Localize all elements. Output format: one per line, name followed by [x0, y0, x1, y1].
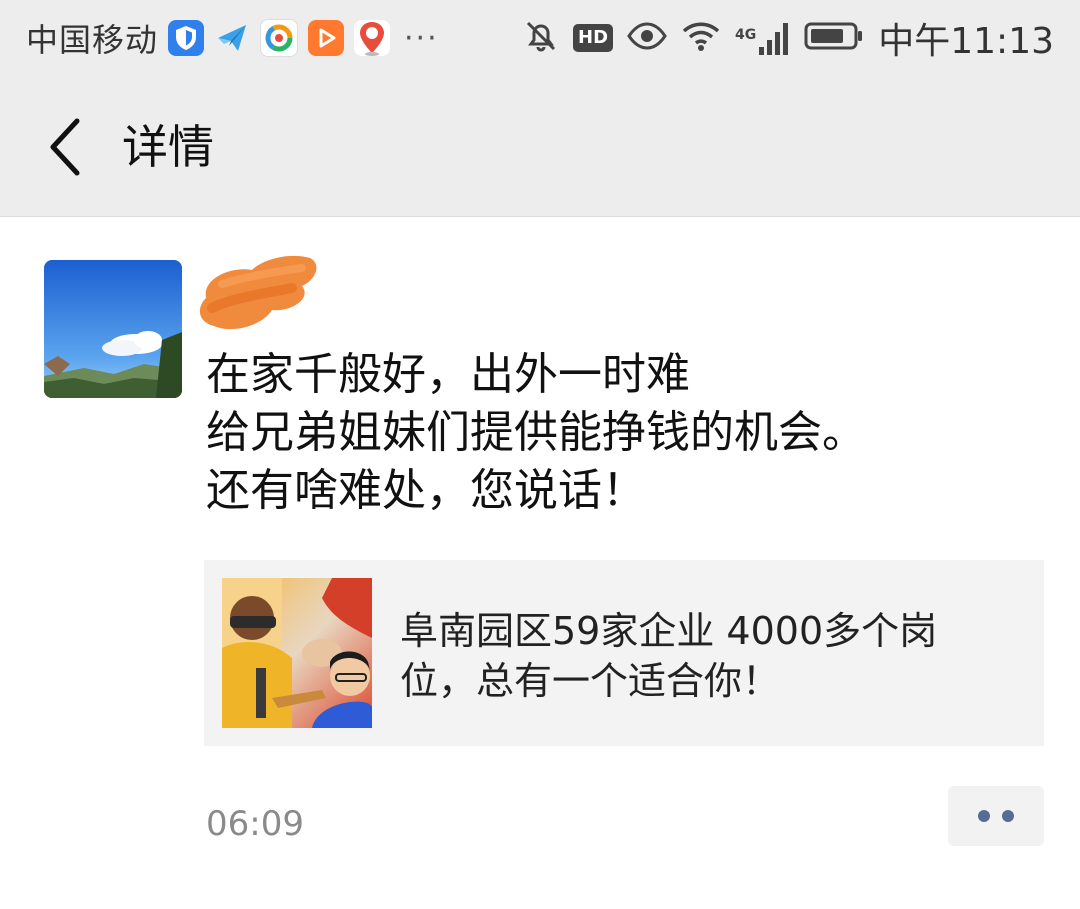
back-button[interactable] [30, 112, 100, 182]
post-text-line: 还有啥难处，您说话！ [206, 465, 646, 516]
hd-badge: HD [573, 24, 614, 52]
shield-app-icon [168, 20, 205, 56]
post-text-line: 在家千般好，出外一时难 [206, 349, 690, 400]
status-bar: 中国移动 ··· HD 4G 中午11:13 [0, 0, 1080, 78]
redaction-mark [192, 248, 322, 338]
more-notifications-icon: ··· [404, 20, 439, 56]
title-bar: 详情 [0, 78, 1080, 217]
link-title: 阜南园区59家企业 4000多个岗位，总有一个适合你！ [400, 609, 938, 703]
paper-plane-app-icon [214, 20, 250, 56]
network-type: 4G [735, 27, 757, 43]
more-actions-button[interactable] [948, 786, 1044, 846]
link-thumbnail [222, 578, 372, 728]
post-text: 在家千般好，出外一时难 给兄弟姐妹们提供能挣钱的机会。 还有啥难处，您说话！ [206, 346, 1046, 520]
post-time: 06:09 [206, 804, 304, 844]
video-play-app-icon [308, 20, 345, 56]
ring-app-icon [260, 19, 299, 57]
avatar[interactable] [44, 260, 182, 398]
more-dot-icon [978, 810, 990, 822]
status-time: 中午11:13 [878, 21, 1054, 62]
status-left: 中国移动 ··· [26, 14, 439, 62]
carrier-name: 中国移动 [26, 21, 159, 59]
shared-link-card[interactable]: 阜南园区59家企业 4000多个岗位，总有一个适合你！ [204, 560, 1044, 746]
chevron-left-icon [50, 118, 80, 176]
signal-bars-icon [759, 23, 789, 55]
map-pin-app-icon [354, 20, 391, 56]
mute-icon [523, 18, 559, 58]
screen: 中国移动 ··· HD 4G 中午11:13 详情 在家千般好，出外一时难 给兄… [0, 0, 1080, 909]
post-text-line: 给兄弟姐妹们提供能挣钱的机会。 [206, 407, 866, 458]
cellular-signal: 4G [735, 21, 790, 55]
eye-icon [627, 21, 667, 55]
battery-icon [804, 21, 864, 55]
wifi-icon [681, 20, 721, 56]
more-dot-icon [1002, 810, 1014, 822]
page-title: 详情 [122, 120, 214, 174]
status-right: HD 4G 中午11:13 [523, 14, 1054, 62]
